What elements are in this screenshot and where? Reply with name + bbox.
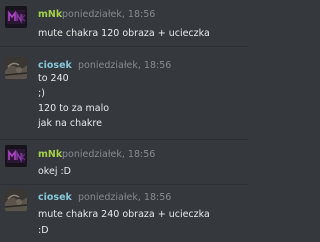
- message-timestamp: poniedziałek, 18:56: [78, 60, 172, 71]
- mnk-avatar-icon[interactable]: [5, 6, 27, 28]
- message-author[interactable]: mNk: [38, 9, 62, 21]
- message-text: ;): [38, 88, 45, 99]
- message-timestamp: poniedziałek, 18:56: [78, 192, 172, 203]
- ciosek-avatar-icon[interactable]: [5, 57, 27, 79]
- message-timestamp: poniedziałek, 18:56: [62, 9, 156, 20]
- message-divider: [0, 184, 248, 185]
- chat-log: mNk poniedziałek, 18:56 mute chakra 120 …: [0, 0, 248, 242]
- message-text: 120 to za malo: [38, 103, 110, 114]
- message-text: to 240: [38, 73, 69, 84]
- message-timestamp: poniedziałek, 18:56: [62, 149, 156, 160]
- message-divider: [0, 46, 248, 47]
- ciosek-avatar-icon[interactable]: [5, 189, 27, 211]
- message-author[interactable]: mNk: [38, 149, 62, 161]
- message-author[interactable]: ciosek: [38, 60, 72, 72]
- message-divider: [0, 139, 248, 140]
- message-text: mute chakra 120 obraza + ucieczka: [38, 28, 210, 39]
- message-text: jak na chakre: [38, 118, 102, 129]
- message-text: mute chakra 240 obraza + ucieczka: [38, 209, 210, 220]
- message-text: okej :D: [38, 166, 71, 177]
- message-text: :D: [38, 225, 49, 236]
- mnk-avatar-icon[interactable]: [5, 145, 27, 167]
- message-author[interactable]: ciosek: [38, 192, 72, 204]
